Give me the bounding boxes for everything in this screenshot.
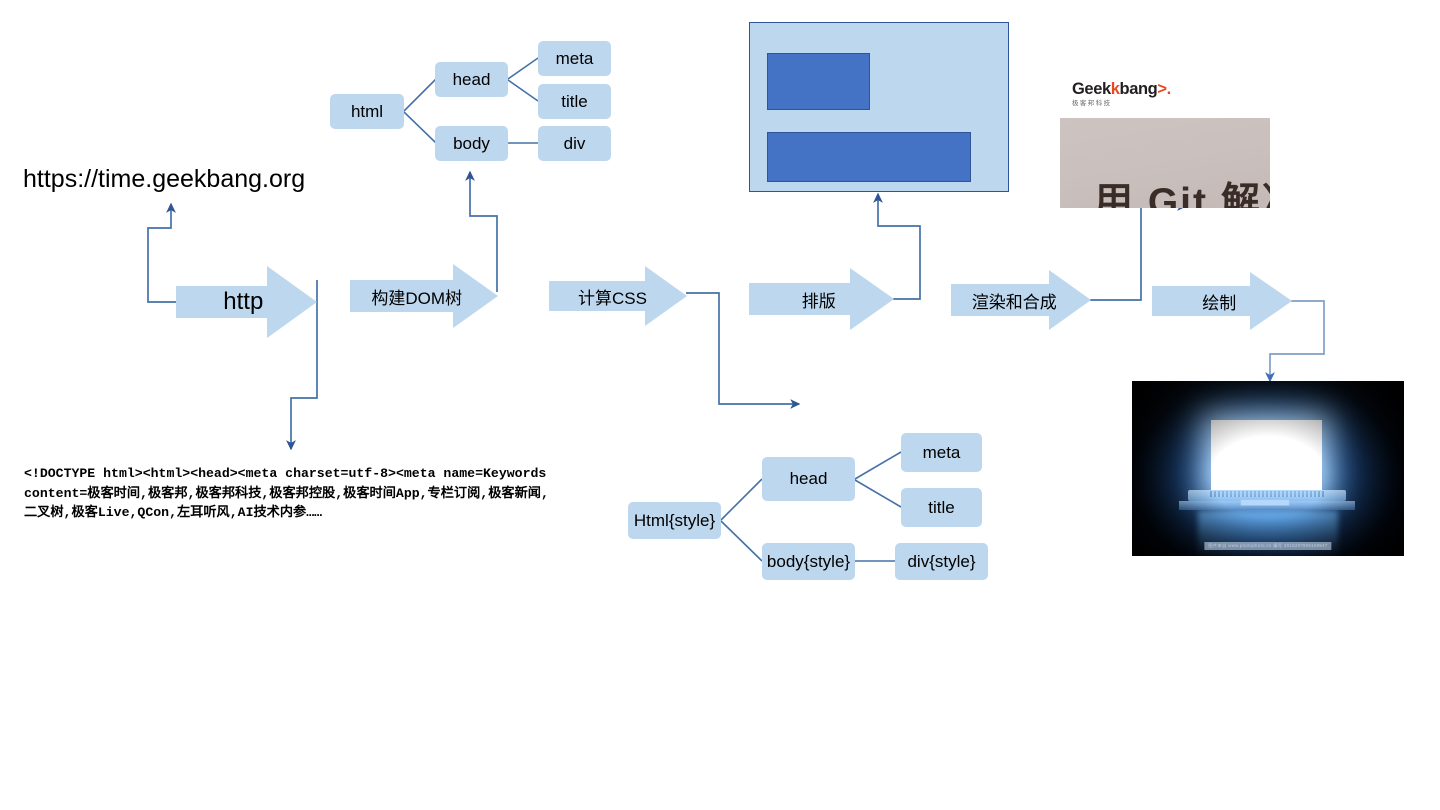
style-node-label: head — [789, 469, 828, 488]
style-node-div[interactable]: div{style} — [895, 543, 988, 580]
dom-node-label: html — [350, 101, 384, 121]
dom-node-label: body — [453, 133, 490, 153]
dom-node-head[interactable]: head — [435, 62, 508, 97]
layout-wireframe — [749, 22, 1009, 192]
pipeline-step-label: http — [223, 288, 264, 315]
style-node-label: meta — [922, 442, 961, 462]
style-node-label: body{style} — [766, 551, 851, 571]
photo-watermark: 图片来自 www.photophoto.cn 编号 20152979051099… — [1204, 542, 1332, 550]
diagram-canvas: https://time.geekbang.org <!DOCTYPE html… — [0, 0, 1440, 810]
pipeline-step-label: 渲染和合成 — [971, 292, 1057, 312]
pipeline-step-compute-css[interactable]: 计算CSS — [549, 266, 687, 326]
dom-node-div[interactable]: div — [538, 126, 611, 161]
logo-k-mark: k — [1110, 80, 1120, 98]
style-node-label: div{style} — [907, 551, 976, 571]
geekbang-logo: Geekkbang>. 极客邦科技 — [1072, 81, 1171, 109]
pipeline-step-layout[interactable]: 排版 — [749, 268, 894, 330]
dom-node-body[interactable]: body — [435, 126, 508, 161]
pipeline-step-render-composite[interactable]: 渲染和合成 — [951, 270, 1091, 330]
course-card-title: 用 Git 解决 — [1094, 181, 1270, 208]
dom-node-html[interactable]: html — [330, 94, 404, 129]
wireframe-block-2 — [767, 132, 971, 182]
pipeline-step-paint[interactable]: 绘制 — [1152, 272, 1292, 330]
pipeline-step-label: 排版 — [801, 291, 836, 311]
html-source-text: <!DOCTYPE html><html><head><meta charset… — [24, 466, 549, 521]
page-url-text: https://time.geekbang.org — [23, 165, 306, 193]
dom-node-title[interactable]: title — [538, 84, 611, 119]
pipeline-step-label: 构建DOM树 — [371, 288, 463, 308]
dom-node-label: head — [452, 69, 491, 89]
logo-text-part2: bang — [1119, 80, 1158, 98]
logo-arrow-icon: >. — [1157, 80, 1171, 98]
pipeline-step-http[interactable]: http — [176, 266, 317, 338]
photo-vignette — [1132, 381, 1404, 556]
dom-node-label: div — [563, 133, 586, 153]
style-node-meta[interactable]: meta — [901, 433, 982, 472]
style-node-html[interactable]: Html{style} — [628, 502, 721, 539]
pipeline-step-label: 绘制 — [1202, 293, 1237, 313]
logo-subtitle: 极客邦科技 — [1072, 100, 1112, 107]
wireframe-block-1 — [767, 53, 870, 110]
dom-node-label: title — [561, 91, 588, 111]
style-node-title[interactable]: title — [901, 488, 982, 527]
style-node-head[interactable]: head — [762, 457, 855, 501]
style-node-body[interactable]: body{style} — [762, 543, 855, 580]
logo-text-part1: Geek — [1072, 80, 1111, 98]
connector-http-to-url — [147, 202, 176, 303]
style-node-label: title — [928, 497, 955, 517]
pipeline-step-label: 计算CSS — [577, 288, 647, 308]
dom-node-meta[interactable]: meta — [538, 41, 611, 76]
dom-node-label: meta — [555, 48, 594, 68]
pipeline-step-build-dom[interactable]: 构建DOM树 — [350, 264, 498, 328]
rendered-page-preview: Geekkbang>. 极客邦科技 用 Git 解决 — [1060, 72, 1270, 208]
style-node-label: Html{style} — [633, 510, 716, 530]
painted-screen-photo: 图片来自 www.photophoto.cn 编号 20152979051099… — [1132, 381, 1404, 556]
course-card-image: 用 Git 解决 — [1060, 118, 1270, 208]
